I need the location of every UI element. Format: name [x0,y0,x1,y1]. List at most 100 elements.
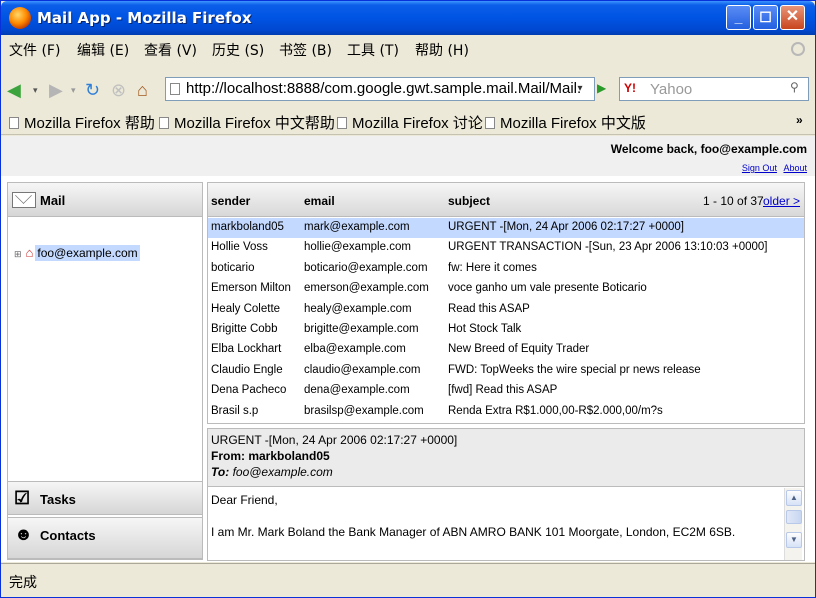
tree-item-mailbox[interactable]: foo@example.com [35,245,140,261]
row-email: dena@example.com [304,384,410,397]
bookmark-item[interactable]: Mozilla Firefox 讨论 [337,112,483,133]
window-title: Mail App - Mozilla Firefox [37,9,252,27]
bookmark-item[interactable]: Mozilla Firefox 中文帮助 [159,112,335,133]
go-arrow-icon[interactable]: ▶ [597,81,611,97]
sign-out-link[interactable]: Sign Out [742,163,777,173]
menu-file[interactable]: 文件 (F) [9,40,60,60]
detail-subject: URGENT -[Mon, 24 Apr 2006 02:17:27 +0000… [211,433,458,447]
row-subject: fw: Here it comes [448,261,537,274]
page-icon [485,117,495,129]
menu-bar: 文件 (F) 编辑 (E) 查看 (V) 历史 (S) 书签 (B) 工具 (T… [1,35,815,61]
menu-edit[interactable]: 编辑 (E) [77,40,129,60]
title-bar: Mail App - Mozilla Firefox _ ☐ ✕ [1,1,815,35]
mail-row[interactable]: Hollie Voss hollie@example.com URGENT TRAN… [208,238,804,258]
row-subject: Read this ASAP [448,302,530,315]
forward-dropdown-icon[interactable]: ▾ [71,80,76,100]
row-email: boticario@example.com [304,261,428,274]
row-subject: Hot Stock Talk [448,323,522,335]
mail-row[interactable]: Elba Lockhart elba@example.com New Breed o… [208,340,804,360]
row-email: hollie@example.com [304,241,411,254]
detail-to: To: foo@example.com [211,465,333,479]
page-icon [170,83,180,95]
search-placeholder: Yahoo [650,81,693,98]
menu-view[interactable]: 查看 (V) [144,40,197,60]
row-sender: Healy Colette [211,302,281,315]
row-sender: Brasil s.p [211,404,259,417]
url-bar[interactable]: http://localhost:8888/com.google.gwt.sam… [165,77,595,101]
firefox-logo-icon [9,7,31,29]
page-icon [337,117,347,129]
back-arrow-icon[interactable]: ◀ [7,80,21,100]
row-email: brigitte@example.com [304,323,419,335]
tree-expand-icon[interactable]: ⊞ [14,249,22,260]
stack-header-mail[interactable]: Mail [8,183,202,217]
yahoo-logo-icon[interactable]: Y! [624,81,636,95]
row-subject: Renda Extra R$1.000,00-R$2.000,00/m?s [448,404,663,417]
mail-row[interactable]: Healy Colette healy@example.com Read this … [208,300,804,320]
home-icon[interactable]: ⌂ [137,80,148,100]
body-paragraph: I am Mr. Mark Boland the Bank Manager of… [211,525,736,539]
close-button[interactable]: ✕ [780,5,805,30]
row-email: brasilsp@example.com [304,404,424,417]
row-subject: New Breed of Equity Trader [448,343,590,356]
row-sender: Emerson Milton [211,282,291,295]
mail-row[interactable]: markboland05 mark@example.com URGENT -[Mon… [208,218,804,238]
row-email: emerson@example.com [304,282,429,295]
menu-tools[interactable]: 工具 (T) [347,40,399,60]
row-sender: Hollie Voss [211,241,268,254]
mail-row[interactable]: Emerson Milton emerson@example.com voce ga… [208,279,804,299]
scroll-up-icon[interactable]: ▲ [786,490,802,506]
throbber-icon [791,42,805,56]
account-links: Sign Out About [738,163,807,173]
back-dropdown-icon[interactable]: ▾ [33,80,38,100]
detail-scrollbar[interactable]: ▲ ▼ [784,488,802,560]
stack-header-contacts[interactable]: ☻ Contacts [8,517,202,559]
forward-arrow-icon[interactable]: ▶ [49,80,63,100]
magnifier-icon[interactable]: ⚲ [790,80,806,98]
mail-list-header: sender email subject 1 - 10 of 37 older … [208,183,804,217]
mail-row[interactable]: boticario boticario@example.com fw: Here i… [208,259,804,279]
menu-help[interactable]: 帮助 (H) [415,40,469,60]
page-count: 1 - 10 of 37 [703,194,764,208]
body-paragraph: Dear Friend, [211,493,278,507]
row-subject: URGENT -[Mon, 24 Apr 2006 02:17:27 +0000… [448,221,685,233]
row-sender: Dena Pacheco [211,384,287,397]
menu-bookmarks[interactable]: 书签 (B) [279,40,332,60]
welcome-message: Welcome back, foo@example.com [610,142,807,156]
contacts-icon: ☻ [14,524,33,544]
row-sender: boticario [211,261,255,274]
row-email: claudio@example.com [304,363,421,376]
reload-icon[interactable]: ↻ [85,80,100,100]
mail-list: sender email subject 1 - 10 of 37 older … [207,182,805,424]
search-box[interactable]: Y! Yahoo ⚲ [619,77,809,101]
mail-row[interactable]: Brigitte Cobb brigitte@example.com Hot Sto… [208,320,804,340]
row-subject: URGENT TRANSACTION -[Sun, 23 Apr 2006 13… [448,241,768,254]
row-sender: Claudio Engle [211,363,283,376]
bookmark-item[interactable]: Mozilla Firefox 帮助 [9,112,155,133]
bookmark-item[interactable]: Mozilla Firefox 中文版 [485,112,646,133]
row-email: mark@example.com [304,221,410,233]
about-link[interactable]: About [783,163,807,173]
scroll-down-icon[interactable]: ▼ [786,532,802,548]
url-dropdown-icon[interactable]: ▾ [573,79,587,99]
scroll-thumb[interactable] [786,510,802,524]
stack-header-tasks[interactable]: ☑ Tasks [8,481,202,515]
menu-history[interactable]: 历史 (S) [212,40,264,60]
mail-row[interactable]: Brasil s.p brasilsp@example.com Renda Extr… [208,402,804,422]
status-text: 完成 [9,575,37,591]
row-email: elba@example.com [304,343,406,356]
bookmarks-overflow-button[interactable]: » [796,113,803,127]
older-link[interactable]: older > [763,194,800,208]
row-subject: FWD: TopWeeks the wire special pr news r… [448,363,701,376]
mailbox-tree: ⊞ ⌂ foo@example.com [14,245,140,261]
url-text: http://localhost:8888/com.google.gwt.sam… [186,80,582,97]
stop-icon[interactable]: ⊗ [111,80,126,100]
row-email: healy@example.com [304,302,412,315]
row-sender: Brigitte Cobb [211,323,278,335]
minimize-button[interactable]: _ [726,5,751,30]
column-header-subject: subject [448,194,491,208]
maximize-button[interactable]: ☐ [753,5,778,30]
mail-row[interactable]: Dena Pacheco dena@example.com [fwd] Read t… [208,381,804,401]
status-bar: 完成 [1,563,815,597]
mail-row[interactable]: Claudio Engle claudio@example.com FWD: Top… [208,361,804,381]
